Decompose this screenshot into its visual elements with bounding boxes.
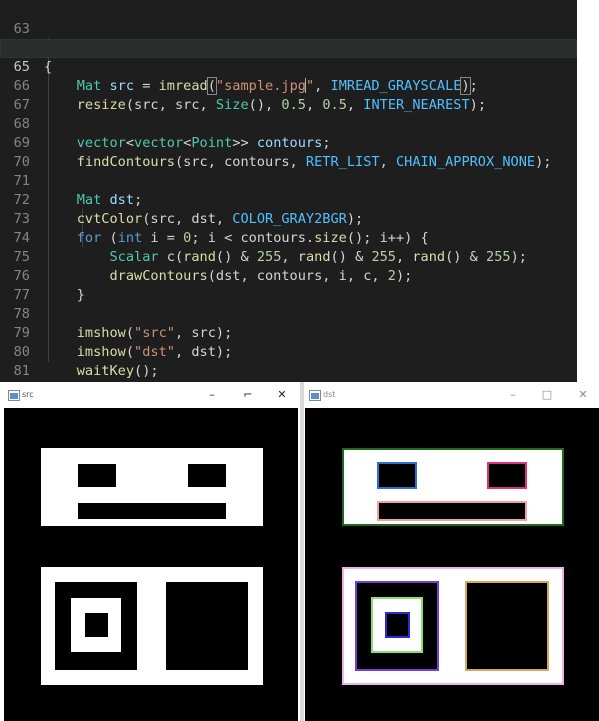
line-number: 82 bbox=[0, 381, 30, 382]
contour-right-square bbox=[465, 581, 549, 671]
contour-center-square bbox=[385, 612, 410, 638]
code-line-80[interactable]: 80 waitKey(); bbox=[0, 324, 577, 379]
maximize-button[interactable]: □ bbox=[539, 388, 555, 402]
code-line-82[interactable]: 82 } bbox=[0, 362, 577, 381]
code-line-67[interactable]: 67 bbox=[0, 77, 577, 113]
code-line-81[interactable]: 81 destroyAllWindows(); bbox=[0, 343, 577, 379]
maximize-button[interactable]: ⌐ bbox=[240, 388, 256, 402]
minimize-button[interactable]: – bbox=[204, 388, 220, 402]
window-app-icon bbox=[309, 390, 321, 401]
contour-left-eye bbox=[377, 462, 417, 489]
window-title: dst bbox=[323, 390, 336, 399]
code-line-64[interactable]: 64 { bbox=[0, 20, 577, 75]
code-line-66[interactable]: 66 resize(src, src, Size(), 0.5, 0.5, IN… bbox=[0, 58, 577, 113]
contour-right-eye bbox=[487, 462, 527, 489]
code-line-72[interactable]: 72 cvtColor(src, dst, COLOR_GRAY2BGR); bbox=[0, 172, 577, 227]
close-button[interactable]: ✕ bbox=[274, 388, 290, 402]
left-eye-rect bbox=[78, 464, 116, 487]
dst-title-bar[interactable]: dst – □ ✕ bbox=[304, 384, 599, 408]
close-button[interactable]: ✕ bbox=[575, 388, 591, 402]
dst-window[interactable]: dst – □ ✕ bbox=[304, 384, 599, 721]
code-line-63[interactable]: 63 int main() bbox=[0, 1, 577, 56]
code-line-70[interactable]: 70 bbox=[0, 134, 577, 170]
code-line-65-current[interactable]: 65 Mat src = imread("sample.jpg", IMREAD… bbox=[0, 39, 577, 95]
center-black-square bbox=[85, 613, 108, 637]
code-line-68[interactable]: 68 vector<vector<Point>> contours; bbox=[0, 96, 577, 151]
code-text: destroyAllWindows(); bbox=[44, 381, 240, 382]
src-image-canvas bbox=[4, 408, 298, 721]
dst-image-canvas bbox=[305, 408, 599, 721]
code-line-69[interactable]: 69 findContours(src, contours, RETR_LIST… bbox=[0, 115, 577, 170]
right-black-square bbox=[166, 582, 248, 670]
code-line-77[interactable]: 77 bbox=[0, 267, 577, 303]
code-line-79[interactable]: 79 imshow("dst", dst); bbox=[0, 305, 577, 360]
src-window[interactable]: src – ⌐ ✕ bbox=[0, 384, 300, 721]
code-line-73[interactable]: 73 for (int i = 0; i < contours.size(); … bbox=[0, 191, 577, 246]
code-editor[interactable]: 63 int main() 64 { 65 Mat src = imread("… bbox=[0, 0, 577, 382]
contour-mouth bbox=[377, 501, 527, 521]
code-line-75[interactable]: 75 drawContours(dst, contours, i, c, 2); bbox=[0, 229, 577, 284]
code-line-71[interactable]: 71 Mat dst; bbox=[0, 153, 577, 208]
code-line-74[interactable]: 74 Scalar c(rand() & 255, rand() & 255, … bbox=[0, 210, 577, 265]
minimize-button[interactable]: – bbox=[505, 388, 521, 402]
code-line-76[interactable]: 76 } bbox=[0, 248, 577, 303]
window-app-icon bbox=[8, 390, 20, 401]
src-title-bar[interactable]: src – ⌐ ✕ bbox=[0, 384, 300, 408]
window-title: src bbox=[22, 390, 34, 399]
right-eye-rect bbox=[188, 464, 226, 487]
code-line-78[interactable]: 78 imshow("src", src); bbox=[0, 286, 577, 341]
editor-side-gap bbox=[577, 0, 599, 382]
mouth-rect bbox=[78, 503, 226, 519]
